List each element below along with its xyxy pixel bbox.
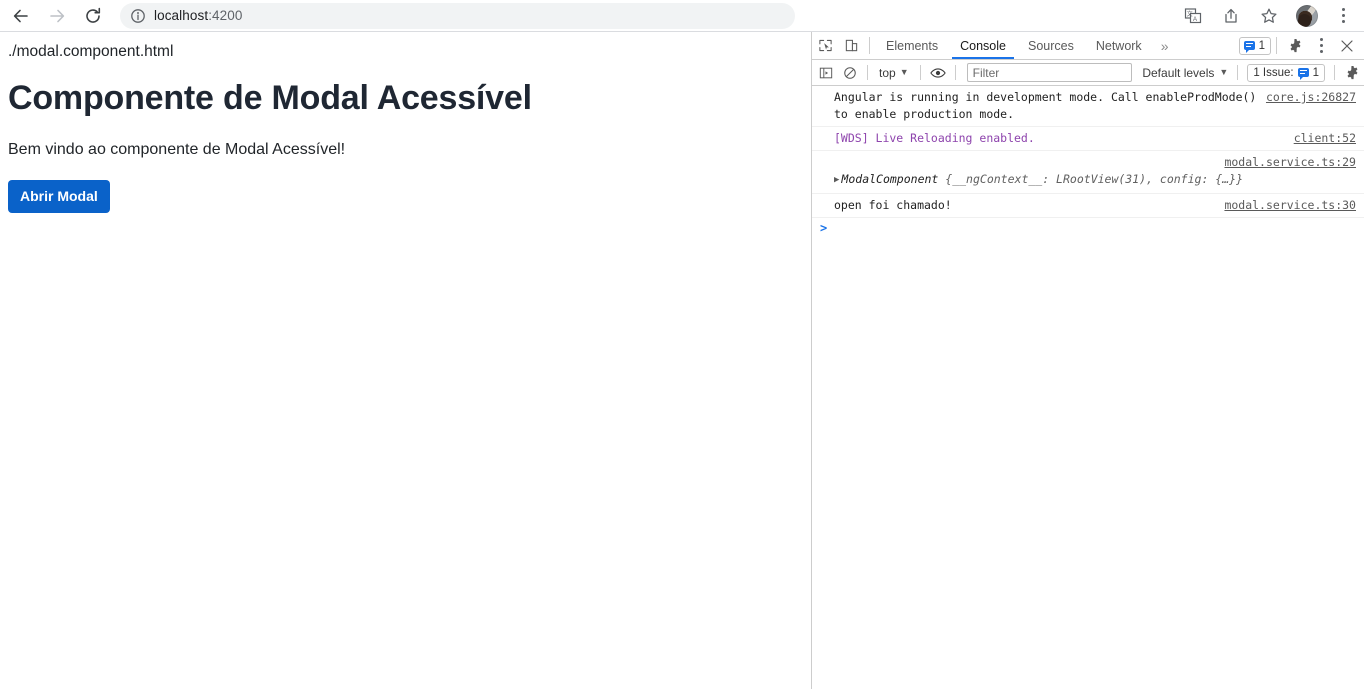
page-title: Componente de Modal Acessível xyxy=(8,79,532,117)
forward-arrow-icon xyxy=(50,9,65,22)
url-host: localhost xyxy=(154,8,209,23)
reload-icon xyxy=(86,7,101,23)
back-arrow-icon xyxy=(13,9,28,22)
url-text: localhost:4200 xyxy=(154,8,242,23)
console-message-source[interactable]: modal.service.ts:29 xyxy=(1224,154,1356,171)
star-icon[interactable] xyxy=(1255,2,1283,30)
chevron-down-icon: ▼ xyxy=(899,67,909,77)
svg-text:A: A xyxy=(1193,17,1197,23)
object-preview[interactable]: ▶ ModalComponent {__ngContext__: LRootVie… xyxy=(834,172,1243,186)
filterbar-divider-1 xyxy=(867,65,868,80)
object-class-name: ModalComponent xyxy=(841,172,939,186)
kebab-menu-icon[interactable] xyxy=(1329,2,1357,30)
avatar[interactable] xyxy=(1296,4,1318,27)
console-message-text: open foi chamado! xyxy=(834,198,952,212)
devtools-panel: Elements Console Sources Network » 1 top… xyxy=(812,32,1364,689)
console-settings-gear-icon[interactable] xyxy=(1340,65,1364,80)
devtools-tabbar: Elements Console Sources Network » 1 xyxy=(812,32,1364,60)
console-prompt[interactable]: > xyxy=(812,218,1364,239)
translate-icon[interactable]: 文 A xyxy=(1179,2,1207,30)
message-count-badge[interactable]: 1 xyxy=(1238,36,1271,55)
tab-label: Sources xyxy=(1027,38,1074,53)
back-button[interactable] xyxy=(6,1,36,31)
tab-elements[interactable]: Elements xyxy=(875,32,949,59)
abrir-modal-button[interactable]: Abrir Modal xyxy=(8,180,110,213)
log-levels-label: Default levels xyxy=(1142,65,1215,80)
page-viewport: ./modal.component.html Componente de Mod… xyxy=(0,32,811,689)
filterbar-divider-5 xyxy=(1334,65,1335,80)
context-selector[interactable]: top ▼ xyxy=(873,66,915,80)
filter-input[interactable] xyxy=(966,63,1133,82)
expand-triangle-icon[interactable]: ▶ xyxy=(834,172,839,189)
tab-console[interactable]: Console xyxy=(949,32,1017,59)
tabbar-divider xyxy=(869,37,870,54)
console-filter-bar: top ▼ Default levels ▼ 1 Issue: 1 xyxy=(812,60,1364,86)
object-preview-text: {__ngContext__: LRootView(31), config: {… xyxy=(938,172,1243,186)
forward-button[interactable] xyxy=(42,1,72,31)
url-port: :4200 xyxy=(208,8,243,23)
tab-label: Console xyxy=(960,38,1006,53)
tab-network[interactable]: Network xyxy=(1085,32,1153,59)
chevron-down-icon: ▼ xyxy=(1219,67,1229,77)
log-levels-selector[interactable]: Default levels ▼ xyxy=(1138,66,1232,80)
filterbar-divider-3 xyxy=(954,65,956,80)
speech-bubble-icon xyxy=(1297,68,1309,80)
tab-sources[interactable]: Sources xyxy=(1017,32,1085,59)
page-welcome-text: Bem vindo ao componente de Modal Acessív… xyxy=(8,141,346,158)
filterbar-divider-2 xyxy=(919,65,921,80)
tabbar-divider-2 xyxy=(1276,37,1277,54)
console-message-text: [WDS] Live Reloading enabled. xyxy=(834,131,1035,145)
console-sidebar-icon[interactable] xyxy=(814,66,838,80)
console-message[interactable]: [WDS] Live Reloading enabled. client:52 xyxy=(812,127,1364,151)
devtools-tabbar-actions: 1 xyxy=(1238,32,1364,59)
message-count: 1 xyxy=(1258,39,1265,52)
clear-console-icon[interactable] xyxy=(838,66,862,80)
console-message-source[interactable]: client:52 xyxy=(1294,130,1356,147)
console-message-object[interactable]: modal.service.ts:29 ▶ ModalComponent {__n… xyxy=(812,151,1364,194)
browser-window: localhost:4200 文 A ./modal.component.htm… xyxy=(0,0,1364,689)
tab-label: Elements xyxy=(886,38,939,53)
console-message[interactable]: open foi chamado! modal.service.ts:30 xyxy=(812,194,1364,218)
address-bar[interactable]: localhost:4200 xyxy=(120,2,795,29)
console-message[interactable]: Angular is running in development mode. … xyxy=(812,86,1364,127)
tab-label: Network xyxy=(1095,38,1142,53)
console-message-source[interactable]: core.js:26827 xyxy=(1266,89,1356,106)
svg-text:文: 文 xyxy=(1187,10,1193,18)
reload-button[interactable] xyxy=(78,1,108,31)
console-message-source[interactable]: modal.service.ts:30 xyxy=(1224,197,1356,214)
page-filename: ./modal.component.html xyxy=(8,43,174,60)
close-icon[interactable] xyxy=(1334,39,1360,53)
devtools-kebab-menu-icon[interactable] xyxy=(1308,38,1334,53)
gear-icon[interactable] xyxy=(1282,38,1308,53)
device-toolbar-icon[interactable] xyxy=(838,32,864,59)
toolbar-actions: 文 A xyxy=(1174,0,1362,31)
issues-count: 1 xyxy=(1312,66,1319,79)
browser-toolbar: localhost:4200 文 A xyxy=(0,0,1364,31)
issues-badge[interactable]: 1 Issue: 1 xyxy=(1247,63,1325,82)
console-message-list[interactable]: Angular is running in development mode. … xyxy=(812,86,1364,689)
more-tabs-button[interactable]: » xyxy=(1153,32,1177,59)
console-message-text: Angular is running in development mode. … xyxy=(834,90,1264,121)
prompt-arrow-icon: > xyxy=(820,221,828,235)
share-icon[interactable] xyxy=(1217,2,1245,30)
issues-label: 1 Issue: xyxy=(1253,66,1294,79)
live-expression-eye-icon[interactable] xyxy=(926,66,950,80)
inspect-element-icon[interactable] xyxy=(812,32,838,59)
site-info-icon[interactable] xyxy=(130,8,146,24)
filterbar-divider-4 xyxy=(1237,65,1239,80)
speech-bubble-icon xyxy=(1243,41,1255,53)
context-label: top xyxy=(879,65,896,80)
